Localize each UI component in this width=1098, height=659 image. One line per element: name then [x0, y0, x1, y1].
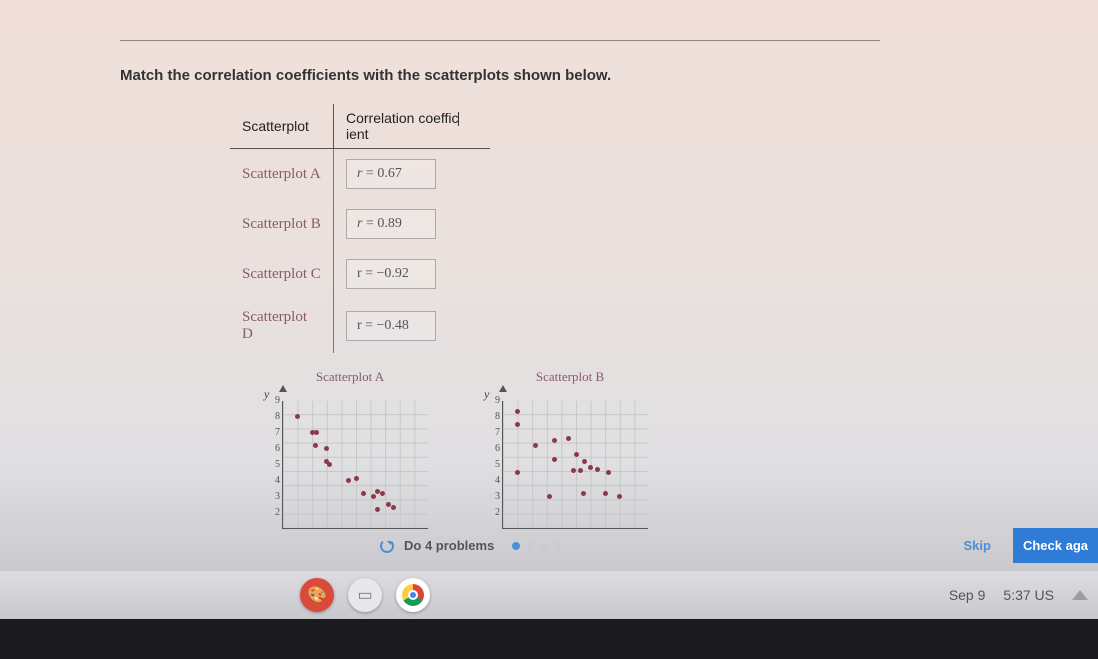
- check-again-button[interactable]: Check aga: [1013, 528, 1098, 563]
- do-problems-label: Do 4 problems: [404, 538, 494, 553]
- chrome-icon[interactable]: [396, 578, 430, 612]
- table-row: Scatterplot A r = 0.67: [230, 149, 490, 200]
- question-prompt: Match the correlation coefficients with …: [120, 67, 1038, 84]
- progress-dots: [512, 542, 562, 550]
- coefficient-input[interactable]: r = −0.48: [346, 311, 436, 341]
- y-axis-label: y: [484, 387, 489, 402]
- taskbar-date[interactable]: Sep 9: [949, 587, 986, 603]
- row-label: Scatterplot A: [230, 149, 333, 200]
- scatterplot-b-title: Scatterplot B: [480, 369, 660, 385]
- scatterplot-b: y 23456789: [480, 389, 650, 529]
- row-label: Scatterplot D: [230, 299, 333, 353]
- row-label: Scatterplot C: [230, 249, 333, 299]
- axis-arrow-icon: [279, 385, 287, 392]
- table-header-coefficient: Correlation coefficient: [333, 104, 490, 149]
- skip-button[interactable]: Skip: [949, 528, 1004, 563]
- palette-icon[interactable]: 🎨: [300, 578, 334, 612]
- table-row: Scatterplot B r = 0.89: [230, 199, 490, 249]
- taskbar-time[interactable]: 5:37 US: [1003, 587, 1054, 603]
- os-taskbar: 🎨 ▭ Sep 9 5:37 US: [0, 571, 1098, 619]
- section-divider: [120, 40, 880, 41]
- row-label: Scatterplot B: [230, 199, 333, 249]
- screen-bezel: [0, 619, 1098, 659]
- scatterplot-a: y 23456789: [260, 389, 430, 529]
- correlation-table: Scatterplot Correlation coefficient Scat…: [230, 104, 490, 353]
- table-header-scatterplot: Scatterplot: [230, 104, 333, 149]
- table-row: Scatterplot D r = −0.48: [230, 299, 490, 353]
- exercise-footer: Do 4 problems Skip Check aga: [0, 538, 1098, 553]
- table-row: Scatterplot C r = −0.92: [230, 249, 490, 299]
- y-axis-label: y: [264, 387, 269, 402]
- wifi-icon[interactable]: [1072, 590, 1088, 600]
- scatterplot-a-title: Scatterplot A: [260, 369, 440, 385]
- refresh-icon[interactable]: [380, 539, 394, 553]
- coefficient-input[interactable]: r = 0.89: [346, 209, 436, 239]
- coefficient-input[interactable]: r = 0.67: [346, 159, 436, 189]
- text-cursor-icon: [458, 112, 459, 126]
- axis-arrow-icon: [499, 385, 507, 392]
- reader-icon[interactable]: ▭: [348, 578, 382, 612]
- coefficient-input[interactable]: r = −0.92: [346, 259, 436, 289]
